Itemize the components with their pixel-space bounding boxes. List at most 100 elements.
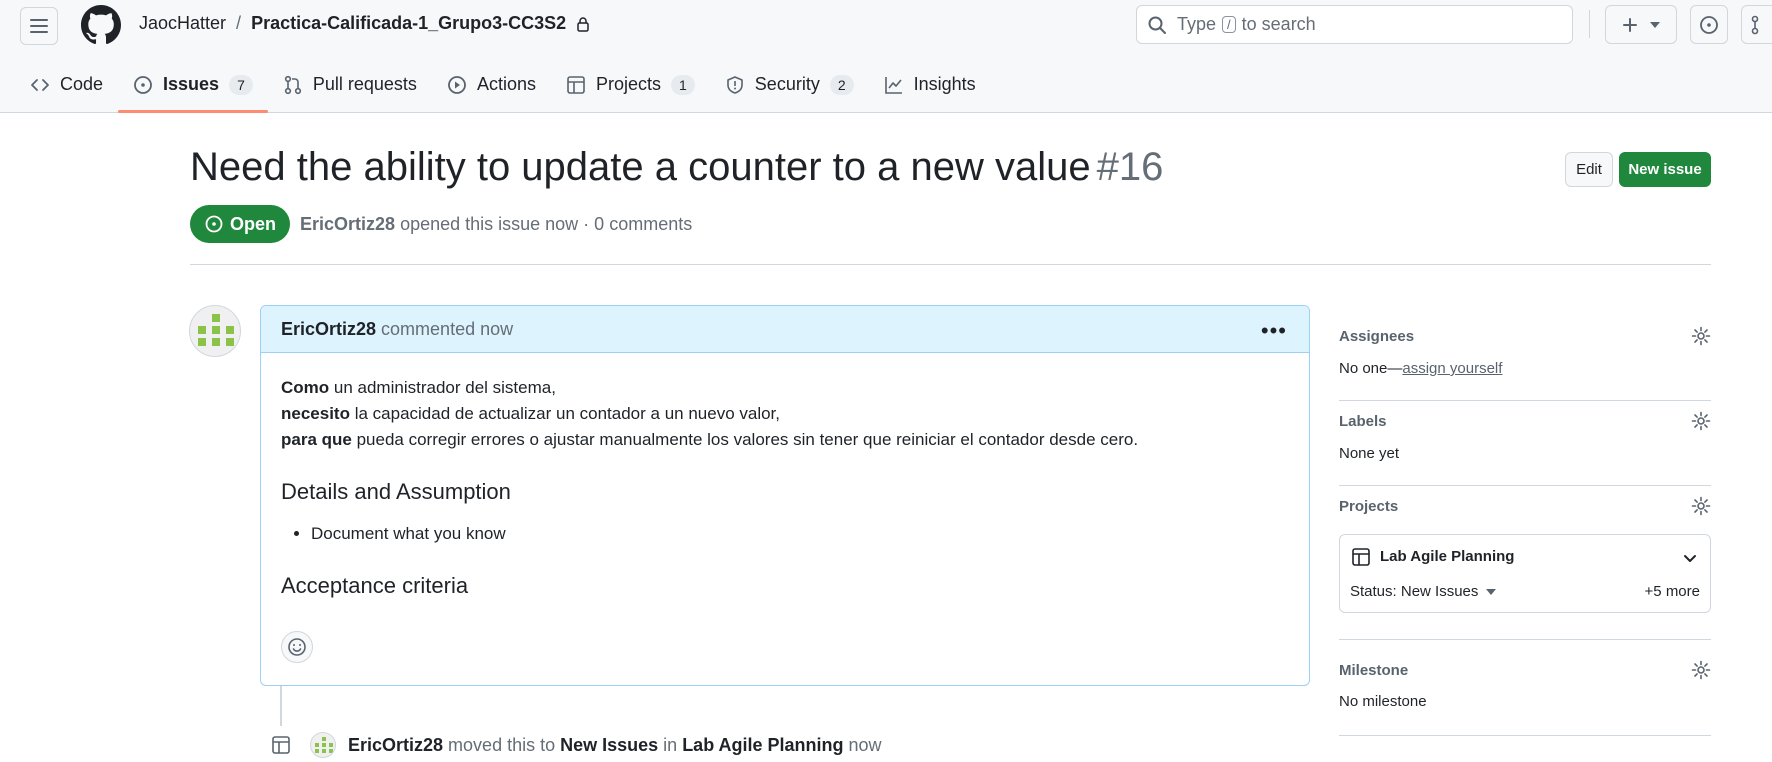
table-icon (567, 75, 585, 94)
project-more-fields[interactable]: +5 more (1645, 583, 1700, 600)
search-placeholder-after: to search (1241, 14, 1316, 34)
milestone-section: Milestone No milestone (1339, 640, 1711, 736)
issue-title-text: Need the ability to update a counter to … (190, 145, 1091, 189)
search-shortcut-key: / (1222, 16, 1236, 33)
comment-action: commented now (381, 318, 514, 339)
search-input[interactable]: Type / to search (1136, 5, 1573, 44)
issue-opened-icon (134, 75, 152, 94)
comment-author-link[interactable]: EricOrtiz28 (281, 319, 376, 340)
create-new-button[interactable] (1605, 5, 1677, 44)
tab-insights[interactable]: Insights (869, 62, 991, 107)
divider (190, 264, 1711, 265)
tab-pull-requests[interactable]: Pull requests (268, 62, 432, 107)
projects-heading: Projects (1339, 498, 1399, 515)
pull-request-icon (1751, 15, 1759, 34)
timeline-project-link[interactable]: Lab Agile Planning (682, 735, 843, 755)
repo-header: JaocHatter / Practica-Calificada-1_Grupo… (0, 0, 1772, 113)
search-placeholder-before: Type (1177, 14, 1217, 34)
github-logo-icon[interactable] (81, 5, 121, 45)
tab-projects[interactable]: Projects 1 (551, 62, 710, 107)
project-status-dropdown[interactable]: Status: New Issues (1350, 583, 1497, 600)
tab-issues[interactable]: Issues 7 (118, 62, 268, 113)
labels-section: Labels None yet (1339, 401, 1711, 486)
project-status-text: Status: New Issues (1350, 583, 1479, 600)
labels-heading: Labels (1339, 413, 1387, 430)
gear-icon[interactable] (1691, 660, 1711, 680)
issue-sidebar: Assignees No one—assign yourself Labels … (1339, 313, 1711, 736)
status-label: Open (229, 213, 276, 234)
shield-icon (726, 75, 743, 94)
add-reaction-button[interactable] (281, 631, 313, 663)
repo-name-link[interactable]: Practica-Calificada-1_Grupo3-CC3S2 (251, 13, 566, 34)
assignees-value: No one—assign yourself (1339, 360, 1502, 377)
avatar[interactable] (310, 732, 336, 758)
gear-icon[interactable] (1691, 326, 1711, 346)
tab-label: Actions (476, 74, 536, 94)
comment-header: EricOrtiz28 commented now ••• (261, 306, 1309, 353)
assignees-heading: Assignees (1339, 328, 1415, 345)
assignees-section: Assignees No one—assign yourself (1339, 313, 1711, 401)
project-name[interactable]: Lab Agile Planning (1380, 548, 1514, 565)
menu-button[interactable] (20, 7, 58, 45)
play-icon (448, 75, 466, 94)
tab-label: Security (754, 74, 820, 94)
milestone-heading: Milestone (1339, 662, 1409, 679)
list-item: Document what you know (311, 521, 1289, 547)
bullet-list: Document what you know (311, 521, 1289, 547)
repo-tabs: Code Issues 7 Pull requests Actions Proj… (0, 62, 991, 113)
gear-icon[interactable] (1691, 411, 1711, 431)
table-icon (1352, 548, 1370, 566)
caret-down-icon (1650, 21, 1660, 28)
header-divider (1589, 10, 1590, 38)
issue-title: Need the ability to update a counter to … (190, 145, 1163, 190)
status-badge: Open (190, 205, 290, 243)
timeline-author-link[interactable]: EricOrtiz28 (348, 735, 443, 755)
table-icon (272, 736, 290, 754)
search-icon (1148, 16, 1166, 34)
tab-label: Projects (595, 74, 661, 94)
repo-owner-link[interactable]: JaocHatter (139, 13, 226, 34)
timeline-text-part: now (843, 734, 882, 755)
tab-label: Issues (163, 74, 220, 94)
smiley-icon (288, 638, 306, 656)
tab-counter: 2 (829, 74, 854, 95)
kebab-menu-icon[interactable]: ••• (1261, 318, 1287, 344)
issue-meta-text: opened this issue now · 0 comments (400, 214, 693, 234)
issues-shortcut-button[interactable] (1690, 5, 1728, 44)
tab-counter: 7 (229, 74, 253, 95)
comment-body: Como un administrador del sistema, neces… (261, 353, 1309, 599)
story-keyword: necesito (281, 404, 350, 423)
projects-section: Projects Lab Agile Planning Status: New … (1339, 486, 1711, 640)
tab-security[interactable]: Security 2 (710, 62, 869, 107)
project-card[interactable]: Lab Agile Planning Status: New Issues +5… (1339, 534, 1711, 613)
timeline-column: New Issues (560, 734, 659, 755)
breadcrumb-separator: / (236, 13, 242, 33)
story-line-1: Como un administrador del sistema, (281, 375, 1289, 401)
edit-button[interactable]: Edit (1565, 152, 1613, 187)
gear-icon[interactable] (1691, 496, 1711, 516)
issue-number: #16 (1096, 145, 1164, 189)
new-issue-button[interactable]: New issue (1619, 152, 1711, 187)
assign-yourself-link[interactable]: assign yourself (1402, 360, 1502, 377)
tab-code[interactable]: Code (0, 62, 118, 107)
avatar[interactable] (189, 305, 241, 357)
chevron-down-icon[interactable] (1682, 550, 1698, 566)
pull-request-icon (284, 75, 301, 94)
lock-icon (577, 16, 589, 32)
story-keyword: Como (281, 378, 330, 397)
timeline-text: EricOrtiz28 moved this to New Issues in … (348, 735, 882, 756)
timeline-event: EricOrtiz28 moved this to New Issues in … (266, 730, 882, 760)
author-link[interactable]: EricOrtiz28 (300, 214, 395, 234)
code-icon (31, 78, 49, 91)
story-text: pueda corregir errores o ajustar manualm… (351, 430, 1139, 449)
issue-opened-icon (1700, 15, 1718, 34)
tab-label: Insights (913, 74, 976, 94)
assignees-text: No one— (1339, 360, 1403, 377)
tab-counter: 1 (671, 74, 695, 95)
labels-value: None yet (1339, 445, 1400, 462)
pull-requests-shortcut-button[interactable] (1741, 5, 1772, 44)
section-heading: Acceptance criteria (281, 573, 469, 598)
story-text: un administrador del sistema, (329, 378, 556, 397)
milestone-value: No milestone (1339, 693, 1427, 710)
tab-actions[interactable]: Actions (432, 62, 551, 107)
